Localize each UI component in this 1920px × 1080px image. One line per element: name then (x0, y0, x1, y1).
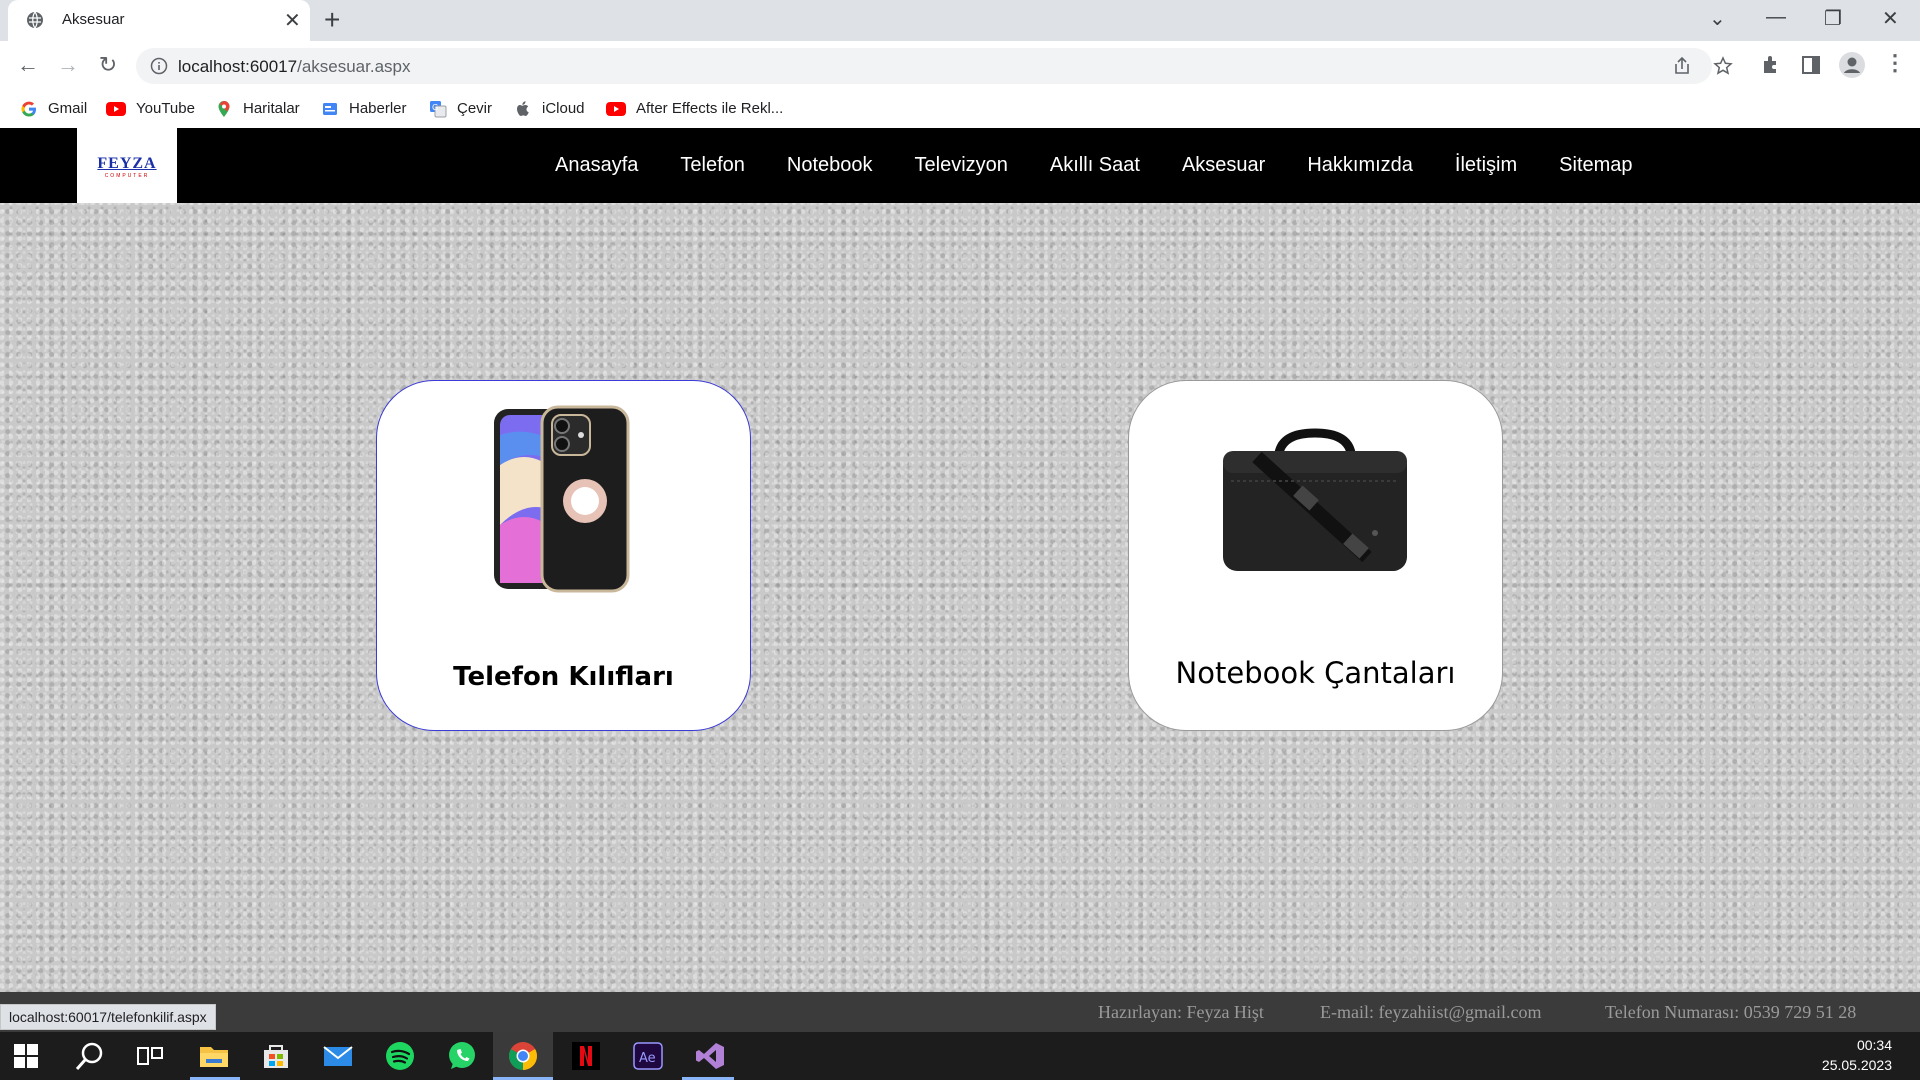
file-explorer-icon[interactable] (198, 1040, 230, 1072)
bookmark-label: Haberler (349, 100, 407, 117)
svg-text:Ae: Ae (639, 1051, 656, 1066)
apple-icon (517, 101, 529, 117)
side-panel-icon[interactable] (1800, 54, 1822, 76)
windows-start-icon[interactable] (14, 1044, 38, 1068)
menu-item-televizyon[interactable]: Televizyon (894, 128, 1029, 203)
visual-studio-icon[interactable] (694, 1040, 726, 1072)
url-text: localhost:60017/aksesuar.aspx (178, 57, 411, 76)
tab-strip: Aksesuar ✕ + ⌄ — ❐ ✕ (0, 0, 1920, 41)
minimize-icon[interactable]: — (1766, 6, 1786, 29)
footer-author: Hazırlayan: Feyza Hişt (1098, 1002, 1264, 1022)
task-view-icon[interactable] (134, 1040, 166, 1072)
bookmark-label: Gmail (48, 100, 88, 117)
bookmark-youtube[interactable]: YouTube (106, 97, 195, 121)
menu-kebab-icon[interactable]: ⋮ (1882, 50, 1908, 76)
menu-item-telefon[interactable]: Telefon (659, 128, 766, 203)
logo-text: FEYZA (97, 155, 157, 172)
bookmark-haritalar[interactable]: Haritalar (215, 97, 300, 121)
microsoft-store-icon[interactable] (260, 1040, 292, 1072)
search-icon[interactable] (74, 1040, 106, 1072)
windows-taskbar: Ae 00:34 25.05.2023 (0, 1032, 1920, 1080)
menu-item-hakkimizda[interactable]: Hakkımızda (1286, 128, 1434, 203)
site-header: FEYZA COMPUTER Anasayfa Telefon Notebook… (0, 128, 1920, 203)
close-tab-icon[interactable]: ✕ (284, 8, 301, 33)
phone-cases-card[interactable]: Telefon Kılıfları (376, 380, 751, 731)
notebook-bag-image (1223, 428, 1407, 571)
maps-pin-icon (218, 101, 230, 118)
footer-email: E-mail: feyzahiist@gmail.com (1320, 1002, 1542, 1022)
phone-cases-title: Telefon Kılıfları (453, 662, 674, 692)
google-news-icon (323, 103, 337, 116)
menu-item-notebook[interactable]: Notebook (766, 128, 894, 203)
tab-search-icon[interactable]: ⌄ (1709, 6, 1726, 31)
extensions-icon[interactable] (1760, 54, 1782, 76)
menu-item-iletisim[interactable]: İletişim (1434, 128, 1538, 203)
new-tab-button[interactable]: + (324, 4, 340, 36)
translate-icon: G (430, 101, 447, 118)
notebook-bags-card[interactable]: Notebook Çantaları (1128, 380, 1503, 731)
phone-case-image (494, 405, 630, 593)
tab-title: Aksesuar (62, 11, 125, 28)
address-bar[interactable]: localhost:60017/aksesuar.aspx (136, 48, 1733, 84)
whatsapp-icon[interactable] (446, 1040, 478, 1072)
bookmark-star-icon[interactable] (1713, 56, 1733, 76)
share-icon[interactable] (1672, 56, 1692, 76)
menu-item-akilli-saat[interactable]: Akıllı Saat (1029, 128, 1161, 203)
site-info-icon[interactable] (150, 57, 168, 75)
netflix-icon[interactable] (570, 1040, 602, 1072)
youtube-icon (606, 102, 626, 117)
mail-icon[interactable] (322, 1040, 354, 1072)
bookmark-label: After Effects ile Rekl... (636, 100, 784, 117)
google-icon (21, 101, 36, 117)
page-viewport: FEYZA COMPUTER Anasayfa Telefon Notebook… (0, 128, 1920, 1032)
clock-date: 25.05.2023 (1821, 1057, 1892, 1073)
forward-icon[interactable]: → (54, 51, 82, 79)
restore-icon[interactable]: ❐ (1824, 6, 1842, 31)
bookmark-after-effects[interactable]: After Effects ile Rekl... (606, 97, 783, 121)
globe-icon (27, 11, 43, 29)
bookmark-cevir[interactable]: G Çevir (429, 97, 492, 121)
logo-subtext: COMPUTER (104, 173, 150, 179)
menu-item-sitemap[interactable]: Sitemap (1538, 128, 1653, 203)
clock-time: 00:34 (1856, 1037, 1892, 1053)
notebook-bags-title: Notebook Çantaları (1175, 656, 1456, 690)
bookmark-label: Haritalar (243, 100, 300, 117)
bookmark-icloud[interactable]: iCloud (514, 97, 585, 121)
menu-item-aksesuar[interactable]: Aksesuar (1161, 128, 1286, 203)
link-status-bubble: localhost:60017/telefonkilif.aspx (0, 1004, 216, 1030)
reload-icon[interactable]: ↻ (94, 51, 122, 79)
menu-item-anasayfa[interactable]: Anasayfa (534, 128, 659, 203)
svg-text:G: G (432, 103, 438, 112)
site-footer: Hazırlayan: Feyza Hişt E-mail: feyzahiis… (0, 992, 1920, 1032)
bookmark-label: iCloud (542, 100, 585, 117)
site-logo[interactable]: FEYZA COMPUTER (77, 128, 177, 203)
youtube-icon (106, 102, 126, 117)
bookmarks-bar: Gmail YouTube Haritalar Haberler G Çevir… (0, 90, 1920, 128)
back-icon[interactable]: ← (14, 51, 42, 79)
bookmark-label: Çevir (457, 100, 493, 117)
spotify-icon[interactable] (384, 1040, 416, 1072)
profile-avatar-icon[interactable] (1838, 51, 1866, 79)
main-menu: Anasayfa Telefon Notebook Televizyon Akı… (534, 128, 1654, 203)
close-window-icon[interactable]: ✕ (1882, 6, 1899, 31)
browser-tab-aksesuar[interactable]: Aksesuar ✕ (8, 0, 310, 41)
bookmark-haberler[interactable]: Haberler (321, 97, 407, 121)
browser-toolbar: ← → ↻ localhost:60017/aksesuar.aspx ⋮ (0, 41, 1920, 90)
bookmark-label: YouTube (136, 100, 195, 117)
bookmark-gmail[interactable]: Gmail (20, 97, 87, 121)
footer-phone: Telefon Numarası: 0539 729 51 28 (1605, 1002, 1857, 1022)
chrome-icon[interactable] (507, 1040, 539, 1072)
after-effects-icon[interactable]: Ae (632, 1040, 664, 1072)
system-clock[interactable]: 00:34 25.05.2023 (1822, 1035, 1892, 1075)
